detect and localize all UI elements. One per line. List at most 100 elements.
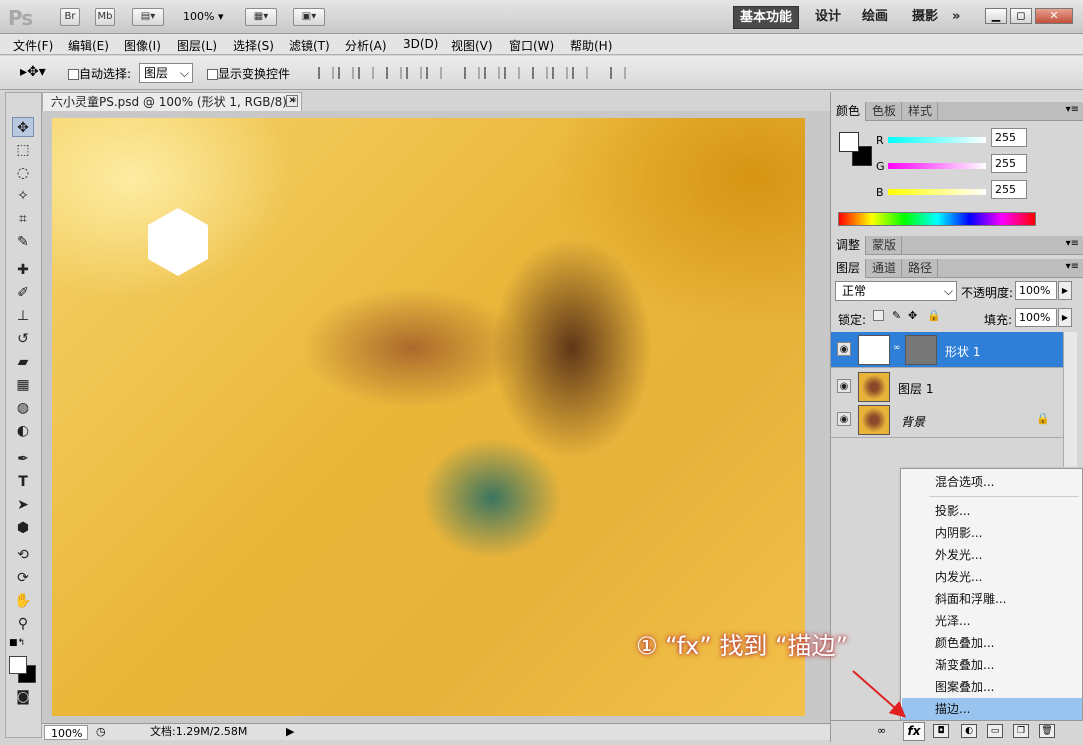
distribute-left-icon[interactable] xyxy=(532,67,548,79)
path-selection-tool-icon[interactable]: ➤ xyxy=(12,495,34,515)
red-value-input[interactable]: 255 xyxy=(991,128,1027,147)
document-tab[interactable]: 六小灵童PS.psd @ 100% (形状 1, RGB/8) * ✕ xyxy=(42,92,302,111)
status-zoom-field[interactable]: 100% xyxy=(44,725,88,740)
fill-arrow-icon[interactable]: ▶ xyxy=(1058,308,1072,327)
distribute-bottom-icon[interactable] xyxy=(504,67,520,79)
zoom-tool-icon[interactable]: ⚲ xyxy=(12,614,34,634)
more-workspaces-button[interactable]: » xyxy=(952,6,960,29)
workspace-photography-button[interactable]: 摄影 xyxy=(912,6,938,29)
menu-item-satin[interactable]: 光泽... xyxy=(902,610,1082,632)
marquee-tool-icon[interactable]: ⬚ xyxy=(12,140,34,160)
move-tool-preset-icon[interactable]: ▸✥▾ xyxy=(20,64,46,80)
green-slider[interactable] xyxy=(888,163,986,169)
align-left-icon[interactable] xyxy=(386,67,402,79)
tab-paths[interactable]: 路径 xyxy=(903,259,939,278)
menu-layer[interactable]: 图层(L) xyxy=(177,37,217,54)
blue-value-input[interactable]: 255 xyxy=(991,180,1027,199)
minibridge-button[interactable]: Mb xyxy=(95,8,115,26)
panel-menu-icon[interactable]: ▾≡ xyxy=(1066,261,1079,272)
delete-layer-icon[interactable]: 🗑 xyxy=(1039,724,1055,738)
lock-transparency-icon[interactable] xyxy=(873,310,884,321)
show-transform-checkbox[interactable]: 显示变换控件 xyxy=(207,65,290,82)
workspace-design-button[interactable]: 设计 xyxy=(815,6,841,29)
eye-icon[interactable]: ◉ xyxy=(837,379,851,393)
align-top-icon[interactable] xyxy=(318,67,334,79)
opacity-arrow-icon[interactable]: ▶ xyxy=(1058,281,1072,300)
lasso-tool-icon[interactable]: ◌ xyxy=(12,163,34,183)
close-button[interactable]: ✕ xyxy=(1035,8,1073,24)
arrange-documents-button[interactable]: ▦▾ xyxy=(245,8,277,26)
maximize-button[interactable]: ◻ xyxy=(1010,8,1032,24)
clone-stamp-tool-icon[interactable]: ⊥ xyxy=(12,306,34,326)
align-right-icon[interactable] xyxy=(426,67,442,79)
auto-select-checkbox[interactable]: 自动选择: xyxy=(68,65,131,82)
menu-3d[interactable]: 3D(D) xyxy=(403,37,438,51)
align-hcenter-icon[interactable] xyxy=(406,67,422,79)
auto-align-layers-icon[interactable] xyxy=(610,67,626,79)
adjustment-layer-icon[interactable]: ◐ xyxy=(961,724,977,738)
hand-tool-icon[interactable]: ✋ xyxy=(12,591,34,611)
distribute-vcenter-icon[interactable] xyxy=(484,67,500,79)
status-info-icon[interactable]: ◷ xyxy=(96,724,106,740)
healing-brush-tool-icon[interactable]: ✚ xyxy=(12,260,34,280)
tab-color[interactable]: 颜色 xyxy=(831,102,867,121)
menu-window[interactable]: 窗口(W) xyxy=(509,37,554,54)
zoom-level-dropdown[interactable]: 100% ▾ xyxy=(183,10,223,23)
color-panel-foreground-swatch[interactable] xyxy=(839,132,859,152)
blend-mode-dropdown[interactable]: 正常 ⌵ xyxy=(835,281,957,301)
menu-select[interactable]: 选择(S) xyxy=(233,37,274,54)
menu-edit[interactable]: 编辑(E) xyxy=(68,37,109,54)
menu-item-gradient-overlay[interactable]: 渐变叠加... xyxy=(902,654,1082,676)
dodge-tool-icon[interactable]: ◐ xyxy=(12,421,34,441)
layer-row-shape1[interactable]: ◉ ∞ 形状 1 xyxy=(831,332,1063,368)
tab-swatches[interactable]: 色板 xyxy=(867,102,903,121)
3d-orbit-tool-icon[interactable]: ⟳ xyxy=(12,568,34,588)
tab-masks[interactable]: 蒙版 xyxy=(867,236,903,255)
bridge-button[interactable]: Br xyxy=(60,8,80,26)
menu-view[interactable]: 视图(V) xyxy=(451,37,493,54)
lock-position-icon[interactable]: ✥ xyxy=(908,309,917,322)
distribute-right-icon[interactable] xyxy=(572,67,588,79)
layer-row-background[interactable]: ◉ 背景 🔒 xyxy=(831,402,1063,438)
opacity-input[interactable]: 100% xyxy=(1015,281,1057,300)
eye-icon[interactable]: ◉ xyxy=(837,412,851,426)
foreground-color-swatch[interactable] xyxy=(9,656,27,674)
align-vcenter-icon[interactable] xyxy=(338,67,354,79)
blur-tool-icon[interactable]: ◍ xyxy=(12,398,34,418)
menu-item-bevel-emboss[interactable]: 斜面和浮雕... xyxy=(902,588,1082,610)
menu-item-blending-options[interactable]: 混合选项... xyxy=(902,471,1082,493)
layer-row-layer1[interactable]: ◉ 图层 1 xyxy=(831,369,1063,405)
green-value-input[interactable]: 255 xyxy=(991,154,1027,173)
quick-mask-icon[interactable]: ◙ xyxy=(12,687,34,707)
align-bottom-icon[interactable] xyxy=(358,67,374,79)
new-group-icon[interactable]: ▭ xyxy=(987,724,1003,738)
pen-tool-icon[interactable]: ✒ xyxy=(12,449,34,469)
default-colors-icon[interactable]: ■↰ xyxy=(9,638,25,648)
workspace-essentials-button[interactable]: 基本功能 xyxy=(733,6,800,29)
menu-item-drop-shadow[interactable]: 投影... xyxy=(902,500,1082,522)
screen-mode-button[interactable]: ▣▾ xyxy=(293,8,325,26)
fx-layer-style-icon[interactable]: fx xyxy=(903,722,925,741)
tab-channels[interactable]: 通道 xyxy=(867,259,903,278)
distribute-hcenter-icon[interactable] xyxy=(552,67,568,79)
add-mask-icon[interactable]: ◘ xyxy=(933,724,949,738)
workspace-painting-button[interactable]: 绘画 xyxy=(862,6,888,29)
menu-image[interactable]: 图像(I) xyxy=(124,37,161,54)
minimize-button[interactable]: ▁ xyxy=(985,8,1007,24)
menu-item-color-overlay[interactable]: 颜色叠加... xyxy=(902,632,1082,654)
menu-analysis[interactable]: 分析(A) xyxy=(345,37,387,54)
tab-styles[interactable]: 样式 xyxy=(903,102,939,121)
eyedropper-tool-icon[interactable]: ✎ xyxy=(12,232,34,252)
status-menu-arrow-icon[interactable]: ▶ xyxy=(286,724,294,740)
menu-item-inner-shadow[interactable]: 内阴影... xyxy=(902,522,1082,544)
menu-item-pattern-overlay[interactable]: 图案叠加... xyxy=(902,676,1082,698)
crop-tool-icon[interactable]: ⌗ xyxy=(12,209,34,229)
brush-tool-icon[interactable]: ✐ xyxy=(12,283,34,303)
menu-item-inner-glow[interactable]: 内发光... xyxy=(902,566,1082,588)
menu-file[interactable]: 文件(F) xyxy=(13,37,53,54)
move-tool-icon[interactable]: ✥ xyxy=(12,117,34,137)
panel-menu-icon[interactable]: ▾≡ xyxy=(1066,104,1079,115)
eye-icon[interactable]: ◉ xyxy=(837,342,851,356)
tab-layers[interactable]: 图层 xyxy=(831,259,867,278)
hexagon-shape[interactable] xyxy=(146,206,210,278)
